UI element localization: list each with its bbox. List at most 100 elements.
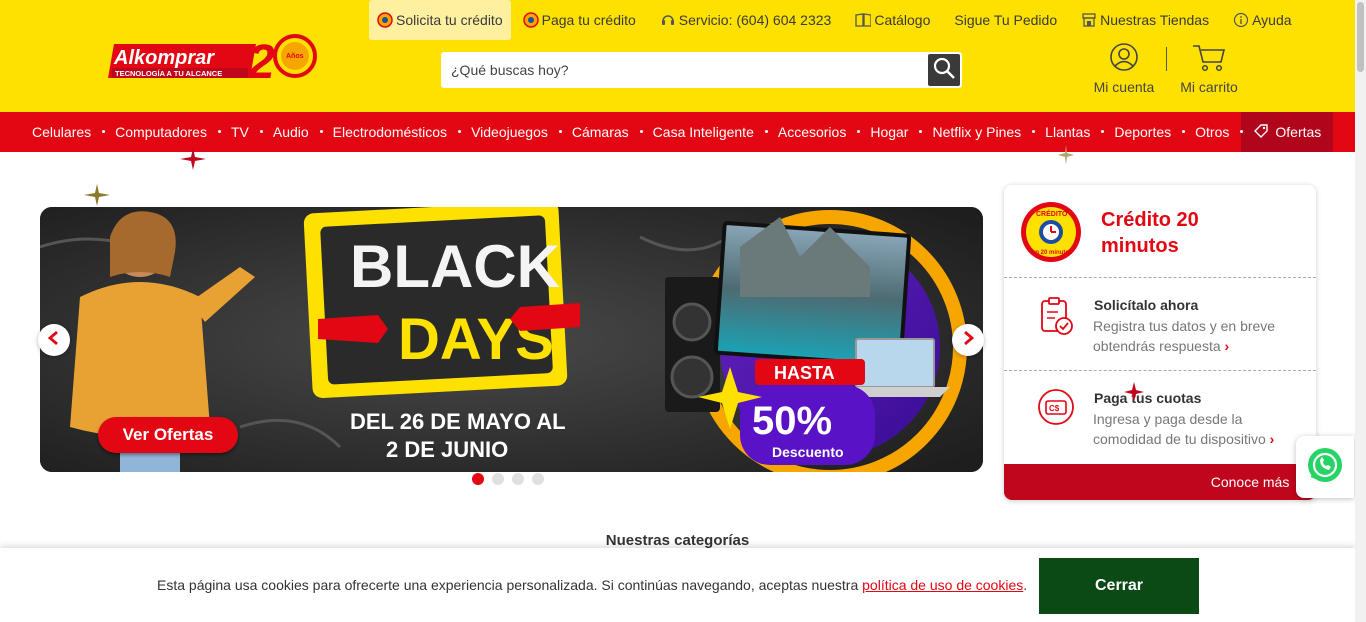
chevron-right-icon: › <box>1269 431 1275 447</box>
svg-text:en 20 minutos: en 20 minutos <box>1032 250 1073 256</box>
whatsapp-icon <box>1306 446 1344 489</box>
cart-icon <box>1191 45 1227 75</box>
cookie-policy-link[interactable]: política de uso de cookies <box>862 577 1023 593</box>
nav-item-label: Ofertas <box>1275 124 1322 140</box>
banner-prev-button[interactable] <box>38 324 70 356</box>
credit-title: Crédito 20 minutos <box>1101 209 1199 257</box>
sparkle-decoration <box>180 148 206 170</box>
top-link-servicio[interactable]: Servicio: (604) 604 2323 <box>648 0 844 40</box>
svg-text:HASTA: HASTA <box>774 363 835 383</box>
credit-coin-icon <box>522 12 539 28</box>
sparkle-decoration <box>84 184 110 206</box>
account-label: Mi cuenta <box>1093 79 1155 95</box>
banner-cta-button[interactable]: Ver Ofertas <box>98 417 238 453</box>
nav-item-label: Electrodomésticos <box>332 124 448 140</box>
banner-dot-3[interactable] <box>512 473 524 485</box>
nav-item-audio[interactable]: Audio <box>261 112 323 152</box>
whatsapp-button[interactable] <box>1296 436 1354 498</box>
nav-item-casa-inteligente[interactable]: Casa Inteligente <box>641 112 768 152</box>
user-icon <box>1109 43 1139 75</box>
top-link-catalogo[interactable]: Catálogo <box>843 0 942 40</box>
header-divider <box>1166 47 1167 71</box>
nav-item-ofertas[interactable]: Ofertas <box>1241 112 1334 152</box>
cookie-close-label: Cerrar <box>1094 577 1144 594</box>
banner-dot-2[interactable] <box>492 473 504 485</box>
nav-item-tv[interactable]: TV <box>219 112 263 152</box>
nav-item-videojuegos[interactable]: Videojuegos <box>459 112 562 152</box>
top-link-label: Sigue Tu Pedido <box>954 12 1058 28</box>
headset-icon <box>660 12 676 28</box>
page-scrollbar[interactable] <box>1355 0 1366 622</box>
credit-row-paga-cuotas[interactable]: C$ Paga tus cuotas Ingresa y paga desde … <box>1004 370 1316 463</box>
top-link-label: Solicita tu crédito <box>396 12 503 28</box>
top-link-label: Nuestras Tiendas <box>1100 12 1210 28</box>
banner-dot-1[interactable] <box>472 473 484 485</box>
catalog-icon <box>855 12 872 28</box>
top-link-label: Paga tu crédito <box>541 12 636 28</box>
top-link-sigue-pedido[interactable]: Sigue Tu Pedido <box>942 0 1069 40</box>
sparkle-decoration <box>1124 382 1144 402</box>
nav-item-label: Cámaras <box>571 124 629 140</box>
nav-item-netflix-y-pines[interactable]: Netflix y Pines <box>920 112 1036 152</box>
credit-coin-icon <box>377 12 393 28</box>
header-bar: Alkomprar TECNOLOGÍA A TU ALCANCE 2 Años… <box>0 0 1355 112</box>
nav-item-cámaras[interactable]: Cámaras <box>560 112 643 152</box>
tag-icon <box>1253 123 1275 142</box>
category-nav: Celulares Computadores TV Audio Electrodomés… <box>0 112 1355 152</box>
hero-banner[interactable]: BLACK DAYS DEL 26 DE MAYO AL 2 DE JUNIO … <box>40 207 983 472</box>
credit-row-title: Solicítalo ahora <box>1094 297 1199 313</box>
nav-item-celulares[interactable]: Celulares <box>20 112 106 152</box>
search-bar <box>441 52 962 88</box>
nav-item-electrodomésticos[interactable]: Electrodomésticos <box>321 112 462 152</box>
brand-logo[interactable]: Alkomprar TECNOLOGÍA A TU ALCANCE 2 Años <box>108 28 323 89</box>
my-account-button[interactable]: Mi cuenta <box>1088 42 1160 95</box>
clipboard-check-icon <box>1038 296 1074 341</box>
nav-item-deportes[interactable]: Deportes <box>1102 112 1186 152</box>
banner-pagination <box>472 473 544 485</box>
my-cart-button[interactable]: Mi carrito <box>1174 42 1244 95</box>
top-link-solicita-credito[interactable]: Solicita tu crédito <box>369 0 511 40</box>
svg-text:Descuento: Descuento <box>772 444 844 460</box>
banner-next-button[interactable] <box>952 324 984 356</box>
nav-item-label: Otros <box>1195 124 1230 140</box>
store-icon <box>1081 12 1097 28</box>
nav-item-label: Accesorios <box>777 124 847 140</box>
nav-item-label: Computadores <box>115 124 207 140</box>
chevron-right-icon <box>961 330 975 350</box>
top-link-tiendas[interactable]: Nuestras Tiendas <box>1069 0 1221 40</box>
cart-label: Mi carrito <box>1180 79 1238 95</box>
search-icon <box>932 56 956 85</box>
svg-text:2 DE JUNIO: 2 DE JUNIO <box>386 437 508 462</box>
svg-text:CRÉDITO: CRÉDITO <box>1036 209 1068 218</box>
cookie-close-button[interactable]: Cerrar <box>1039 558 1199 614</box>
banner-dot-4[interactable] <box>532 473 544 485</box>
banner-cta-label: Ver Ofertas <box>122 425 214 444</box>
top-link-ayuda[interactable]: Ayuda <box>1221 0 1303 40</box>
credit-badge: CRÉDITO en 20 minutos <box>1020 201 1082 263</box>
cookie-banner: Esta página usa cookies para ofrecerte u… <box>0 548 1355 622</box>
top-link-paga-credito[interactable]: Paga tu crédito <box>511 0 648 40</box>
nav-item-label: Celulares <box>32 124 92 140</box>
sparkle-decoration <box>1058 145 1074 165</box>
credit-row-desc: Registra tus datos y en breve obtendrás … <box>1093 318 1276 354</box>
search-input[interactable] <box>441 52 927 88</box>
conoce-mas-button[interactable]: Conoce más › <box>1004 464 1316 500</box>
nav-item-label: Netflix y Pines <box>932 124 1022 140</box>
nav-item-otros[interactable]: Otros <box>1183 112 1244 152</box>
nav-item-label: Deportes <box>1114 124 1172 140</box>
nav-item-accesorios[interactable]: Accesorios <box>766 112 861 152</box>
credit-row-desc: Ingresa y paga desde la comodidad de tu … <box>1093 411 1275 447</box>
svg-text:Alkomprar: Alkomprar <box>113 47 215 69</box>
nav-item-label: TV <box>230 124 249 140</box>
svg-text:2: 2 <box>247 36 275 88</box>
svg-text:Años: Años <box>286 53 304 60</box>
scrollbar-thumb[interactable] <box>1357 2 1364 72</box>
svg-text:50%: 50% <box>752 399 832 443</box>
cookie-text: Esta página usa cookies para ofrecerte u… <box>157 577 1028 593</box>
nav-item-label: Hogar <box>870 124 909 140</box>
nav-item-computadores[interactable]: Computadores <box>103 112 221 152</box>
nav-item-label: Casa Inteligente <box>652 124 754 140</box>
nav-item-hogar[interactable]: Hogar <box>858 112 923 152</box>
search-button[interactable] <box>928 54 960 86</box>
credit-row-solicitalo[interactable]: Solicítalo ahora Registra tus datos y en… <box>1004 277 1316 370</box>
